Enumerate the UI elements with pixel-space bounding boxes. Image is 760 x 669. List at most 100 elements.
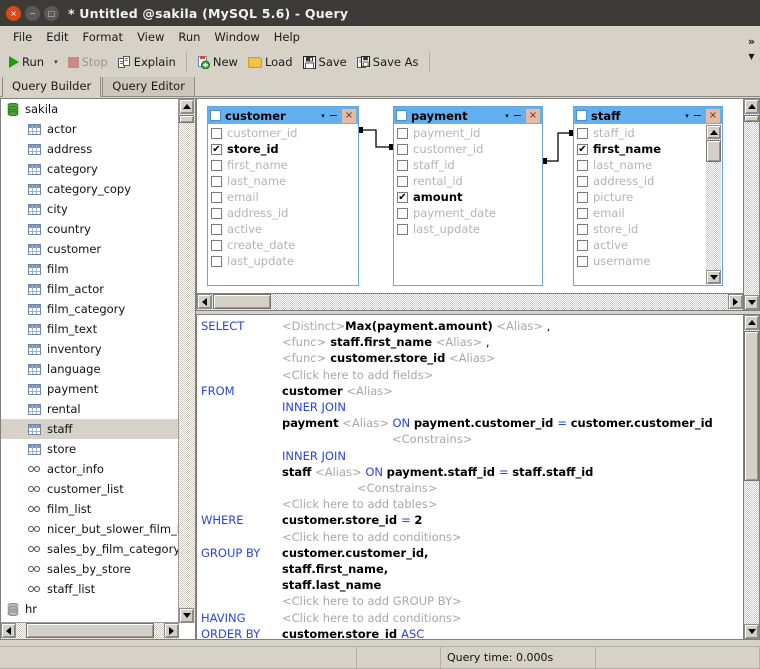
- field-row-last_name[interactable]: last_name: [208, 173, 357, 189]
- sql-preview-panel[interactable]: SELECT <Distinct>Max(payment.amount) <Ali…: [196, 314, 744, 640]
- field-row-email[interactable]: email: [574, 205, 705, 221]
- chevron-down-icon[interactable]: ▾: [321, 112, 325, 120]
- canvas-scroll-up-button[interactable]: [744, 99, 759, 114]
- tree-item-actor[interactable]: actor: [1, 119, 179, 139]
- canvas-scroll-down-button[interactable]: [744, 295, 759, 310]
- field-checkbox[interactable]: [211, 159, 222, 171]
- field-row-active[interactable]: active: [574, 237, 705, 253]
- new-button[interactable]: New: [192, 53, 243, 71]
- field-checkbox[interactable]: [211, 175, 222, 187]
- tree-scroll-down-button[interactable]: [179, 608, 194, 623]
- field-row-picture[interactable]: picture: [574, 189, 705, 205]
- sql-line[interactable]: staff.first_name,: [197, 561, 743, 577]
- sql-line[interactable]: <Click here to add fields>: [197, 367, 743, 383]
- sql-token[interactable]: payment: [282, 416, 339, 430]
- sql-vertical-scrollbar[interactable]: [744, 314, 760, 640]
- explain-button[interactable]: Explain: [113, 53, 181, 71]
- field-checkbox[interactable]: [577, 255, 588, 267]
- field-row-payment_id[interactable]: payment_id: [394, 125, 541, 141]
- tab-query-editor[interactable]: Query Editor: [102, 75, 195, 96]
- sql-line[interactable]: GROUP BY customer.customer_id,: [197, 545, 743, 561]
- canvas-vertical-scroll-thumb[interactable]: [744, 115, 759, 122]
- tree-item-film_text[interactable]: film_text: [1, 319, 179, 339]
- sql-token[interactable]: <Alias>: [445, 351, 496, 365]
- sql-line-content[interactable]: customer.store_id ASC: [282, 626, 424, 639]
- sql-line-content[interactable]: INNER JOIN: [282, 399, 346, 415]
- field-row-first_name[interactable]: ✔ first_name: [574, 141, 705, 157]
- select-all-checkbox[interactable]: [396, 110, 407, 121]
- sql-token[interactable]: <Constrains>: [357, 481, 437, 495]
- field-checkbox[interactable]: [577, 191, 588, 203]
- sql-line[interactable]: <Click here to add GROUP BY>: [197, 593, 743, 609]
- field-row-payment_date[interactable]: payment_date: [394, 205, 541, 221]
- tree-item-rental[interactable]: rental: [1, 399, 179, 419]
- sql-token[interactable]: <Alias>: [311, 465, 365, 479]
- tree-item-payment[interactable]: payment: [1, 379, 179, 399]
- sql-line-content[interactable]: <Click here to add tables>: [282, 496, 438, 512]
- field-checkbox[interactable]: [397, 223, 408, 235]
- table-scroll-thumb[interactable]: [706, 140, 721, 162]
- sql-line[interactable]: HAVING <Click here to add conditions>: [197, 610, 743, 626]
- overflow-chevrons-icon[interactable]: »: [748, 36, 755, 47]
- field-checkbox[interactable]: [211, 239, 222, 251]
- sql-token[interactable]: staff.first_name,: [282, 562, 388, 576]
- sql-token[interactable]: <Click here to add fields>: [282, 368, 433, 382]
- field-checkbox[interactable]: [211, 207, 222, 219]
- canvas-vertical-scrollbar[interactable]: [744, 98, 760, 311]
- sql-token[interactable]: <Alias>: [493, 319, 543, 333]
- minimize-icon[interactable]: −: [693, 110, 702, 121]
- sql-line[interactable]: <Click here to add conditions>: [197, 529, 743, 545]
- sql-token[interactable]: payment.customer_id: [414, 416, 558, 430]
- field-row-email[interactable]: email: [208, 189, 357, 205]
- sql-token[interactable]: <Click here to add tables>: [282, 497, 438, 511]
- tree-item-country[interactable]: country: [1, 219, 179, 239]
- field-checkbox[interactable]: [397, 127, 408, 139]
- sql-line-content[interactable]: staff <Alias> ON payment.staff_id = staf…: [282, 464, 593, 480]
- tree-item-customer[interactable]: customer: [1, 239, 179, 259]
- sql-vertical-scroll-thumb[interactable]: [744, 331, 759, 481]
- sql-token[interactable]: <Distinct>: [282, 319, 345, 333]
- sql-line-content[interactable]: <Click here to add GROUP BY>: [282, 593, 462, 609]
- field-checkbox[interactable]: [577, 159, 588, 171]
- sql-token[interactable]: customer.store_id: [326, 351, 445, 365]
- field-checkbox[interactable]: [397, 175, 408, 187]
- sql-line-content[interactable]: payment <Alias> ON payment.customer_id =…: [282, 415, 713, 431]
- tree-horizontal-scrollbar[interactable]: [1, 622, 179, 639]
- field-checkbox[interactable]: [577, 239, 588, 251]
- field-row-address_id[interactable]: address_id: [574, 173, 705, 189]
- sql-token[interactable]: customer.customer_id: [571, 416, 713, 430]
- sql-line[interactable]: SELECT <Distinct>Max(payment.amount) <Ali…: [197, 318, 743, 334]
- tree-scroll-up-button[interactable]: [179, 99, 194, 114]
- sql-line-content[interactable]: staff.first_name,: [282, 561, 388, 577]
- sql-token[interactable]: <Constrains>: [392, 432, 472, 446]
- sql-line[interactable]: FROM customer <Alias>: [197, 383, 743, 399]
- sql-line[interactable]: staff <Alias> ON payment.staff_id = staf…: [197, 464, 743, 480]
- sql-line-content[interactable]: <Click here to add fields>: [282, 367, 433, 383]
- chevron-down-icon[interactable]: ▾: [685, 112, 689, 120]
- sql-token[interactable]: =: [401, 513, 414, 527]
- tree-item-city[interactable]: city: [1, 199, 179, 219]
- sql-token[interactable]: Max(payment.amount): [345, 319, 493, 333]
- tree-item-nicer_but_slower_film_list[interactable]: nicer_but_slower_film_list: [1, 519, 179, 539]
- menu-item-view[interactable]: View: [130, 29, 171, 45]
- sql-line-content[interactable]: <Click here to add conditions>: [282, 529, 462, 545]
- sql-token[interactable]: <func>: [282, 335, 326, 349]
- sql-token[interactable]: <Click here to add GROUP BY>: [282, 594, 462, 608]
- canvas-scroll-left-button[interactable]: [197, 294, 212, 309]
- sql-line[interactable]: <func> staff.first_name <Alias> ,: [197, 334, 743, 350]
- tree-item-category_copy[interactable]: category_copy: [1, 179, 179, 199]
- close-icon[interactable]: ×: [706, 108, 720, 123]
- field-checkbox[interactable]: [577, 127, 588, 139]
- sql-token[interactable]: <Click here to add conditions>: [282, 530, 462, 544]
- sql-line[interactable]: WHERE customer.store_id = 2: [197, 512, 743, 528]
- field-checkbox[interactable]: [577, 223, 588, 235]
- close-icon[interactable]: ×: [526, 108, 540, 123]
- sql-token[interactable]: ON: [365, 465, 386, 479]
- sql-line-content[interactable]: <func> staff.first_name <Alias> ,: [282, 334, 490, 350]
- close-icon[interactable]: ×: [342, 108, 356, 123]
- overflow-down-icon[interactable]: ▼: [748, 53, 754, 61]
- sql-token[interactable]: payment.staff_id: [387, 465, 499, 479]
- sql-token[interactable]: staff.staff_id: [512, 465, 593, 479]
- field-checkbox[interactable]: ✔: [577, 143, 588, 155]
- canvas-scroll-right-button[interactable]: [728, 294, 743, 309]
